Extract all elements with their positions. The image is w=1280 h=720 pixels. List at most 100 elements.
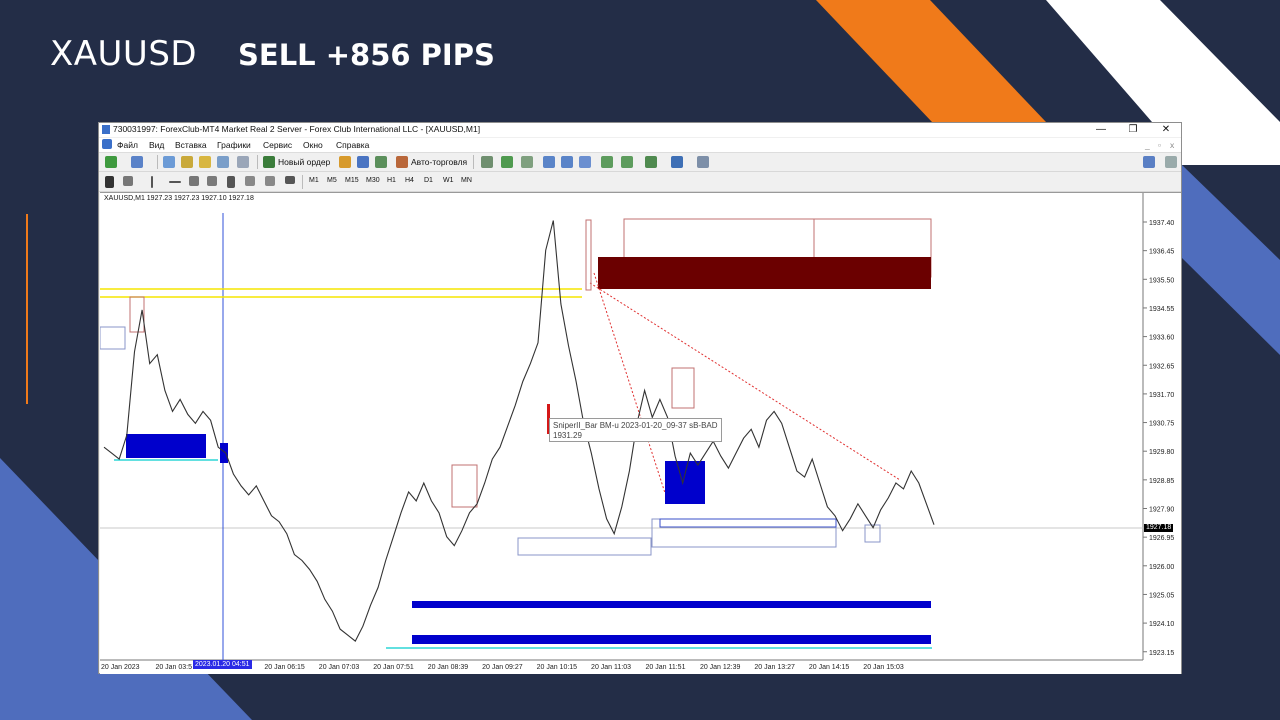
bar-chart-icon[interactable] <box>481 156 493 168</box>
chat-icon[interactable] <box>1165 156 1177 168</box>
menu-service[interactable]: Сервис <box>263 140 292 150</box>
line-chart-icon[interactable] <box>521 156 533 168</box>
cursor-icon[interactable] <box>105 176 114 188</box>
orange-stripe <box>816 0 1046 122</box>
new-chart-icon[interactable] <box>105 156 117 168</box>
auto-trading-button[interactable]: Авто-торговля <box>411 157 467 167</box>
search-icon[interactable] <box>1143 156 1155 168</box>
zoom-in-icon[interactable] <box>543 156 555 168</box>
current-price-tag: 1927.18 <box>1144 524 1174 532</box>
price-tick-label: 1924.10 <box>1149 621 1174 628</box>
fibo-icon[interactable] <box>245 176 255 186</box>
selected-time-label: 2023.01.20 04:51 <box>193 660 252 669</box>
red-box-3 <box>671 367 695 409</box>
menu-help[interactable]: Справка <box>336 140 369 150</box>
tester-icon[interactable] <box>237 156 249 168</box>
timeframe-h1[interactable]: H1 <box>387 177 396 184</box>
price-tick-label: 1926.00 <box>1149 564 1174 571</box>
accent-line <box>26 214 28 404</box>
timeframe-m1[interactable]: M1 <box>309 177 319 184</box>
crosshair-icon[interactable] <box>123 176 133 186</box>
data-window-icon[interactable] <box>199 156 211 168</box>
menu-window[interactable]: Окно <box>303 140 323 150</box>
menu-insert[interactable]: Вставка <box>175 140 207 150</box>
navigator-icon[interactable] <box>181 156 193 168</box>
supply-zone <box>598 257 931 289</box>
timeframe-mn[interactable]: MN <box>461 177 472 184</box>
price-tick-label: 1927.90 <box>1149 507 1174 514</box>
time-tick-label: 20 Jan 12:39 <box>700 664 741 671</box>
mdi-minimize-icon[interactable]: _ <box>1145 140 1150 150</box>
market-watch-icon[interactable] <box>163 156 175 168</box>
price-tick-label: 1926.95 <box>1149 535 1174 542</box>
timeframe-m15[interactable]: M15 <box>345 177 359 184</box>
metaeditor-icon[interactable] <box>339 156 351 168</box>
tooltip-line-2: 1931.29 <box>553 431 582 440</box>
auto-trading-icon[interactable] <box>396 156 408 168</box>
autoscroll-icon[interactable] <box>621 156 633 168</box>
slide-subtitle: SELL +856 PIPS <box>238 38 495 72</box>
timeframe-d1[interactable]: D1 <box>424 177 433 184</box>
timeframe-m5[interactable]: M5 <box>327 177 337 184</box>
toolbar-separator <box>157 155 158 169</box>
signals-icon[interactable] <box>375 156 387 168</box>
close-button[interactable]: ✕ <box>1156 123 1176 137</box>
terminal-icon[interactable] <box>217 156 229 168</box>
menu-view[interactable]: Вид <box>149 140 164 150</box>
price-tick-label: 1932.65 <box>1149 363 1174 370</box>
toolbar-separator <box>473 155 474 169</box>
zoom-out-icon[interactable] <box>561 156 573 168</box>
timeframe-w1[interactable]: W1 <box>443 177 454 184</box>
periods-icon[interactable] <box>671 156 683 168</box>
time-tick-label: 20 Jan 11:03 <box>591 664 631 671</box>
shapes-icon[interactable] <box>265 176 275 186</box>
blue-box-4 <box>100 326 126 350</box>
red-box-1 <box>129 296 145 333</box>
candlesticks-icon[interactable] <box>501 156 513 168</box>
dotted-trendline-2 <box>593 272 666 494</box>
profiles-icon[interactable] <box>131 156 143 168</box>
menu-file[interactable]: Файл <box>117 140 138 150</box>
channel-icon[interactable] <box>207 176 217 186</box>
demand-zone-1 <box>126 434 206 458</box>
time-tick-label: 20 Jan 10:15 <box>537 664 578 671</box>
new-order-button[interactable]: Новый ордер <box>278 157 330 167</box>
indicators-icon[interactable] <box>645 156 657 168</box>
templates-icon[interactable] <box>697 156 709 168</box>
vertical-line-icon[interactable] <box>151 176 153 188</box>
time-tick-label: 20 Jan 11:51 <box>646 664 686 671</box>
time-tick-label: 20 Jan 08:39 <box>428 664 469 671</box>
price-tick-label: 1935.50 <box>1149 277 1174 284</box>
chart-shift-icon[interactable] <box>601 156 613 168</box>
price-tick-label: 1928.85 <box>1149 478 1174 485</box>
drawing-toolbar: M1 M5 M15 M30 H1 H4 D1 W1 MN <box>99 173 1181 192</box>
blue-stripe-right <box>1182 165 1280 355</box>
trendline-icon[interactable] <box>189 176 199 186</box>
minimize-button[interactable]: — <box>1091 123 1111 137</box>
red-box-4 <box>585 219 592 291</box>
timeframe-m30[interactable]: M30 <box>366 177 380 184</box>
timeframe-h4[interactable]: H4 <box>405 177 414 184</box>
time-tick-label: 20 Jan 09:27 <box>482 664 523 671</box>
demand-zone-2 <box>220 443 228 463</box>
community-icon[interactable] <box>357 156 369 168</box>
price-scale-labels: 1937.40 1936.45 1935.50 1934.55 1933.60 1932.… <box>1143 220 1174 657</box>
menu-charts[interactable]: Графики <box>217 140 251 150</box>
maximize-button[interactable]: ❐ <box>1123 123 1143 137</box>
mdi-close-icon[interactable]: x <box>1170 140 1174 150</box>
horizontal-line-icon[interactable] <box>169 181 181 183</box>
tooltip-line-1: SniperII_Bar BM-u 2023-01-20_09-37 sB-BA… <box>553 421 718 430</box>
mdi-restore-icon[interactable]: ▫ <box>1158 140 1161 150</box>
main-toolbar: Новый ордер Авто-торговля <box>99 153 1181 172</box>
tile-windows-icon[interactable] <box>579 156 591 168</box>
price-chart[interactable]: 1937.40 1936.45 1935.50 1934.55 1933.60 1932.… <box>100 192 1181 674</box>
window-title: 730031997: ForexClub-MT4 Market Real 2 S… <box>113 124 481 134</box>
time-tick-label: 20 Jan 13:27 <box>754 664 795 671</box>
blue-box-1 <box>517 537 652 556</box>
text-icon[interactable] <box>227 176 235 188</box>
time-tick-label: 20 Jan 07:03 <box>319 664 360 671</box>
indicator-tooltip: SniperII_Bar BM-u 2023-01-20_09-37 sB-BA… <box>549 418 722 442</box>
toolbar-separator <box>302 175 303 189</box>
new-order-icon[interactable] <box>263 156 275 168</box>
arrows-icon[interactable] <box>285 176 295 184</box>
